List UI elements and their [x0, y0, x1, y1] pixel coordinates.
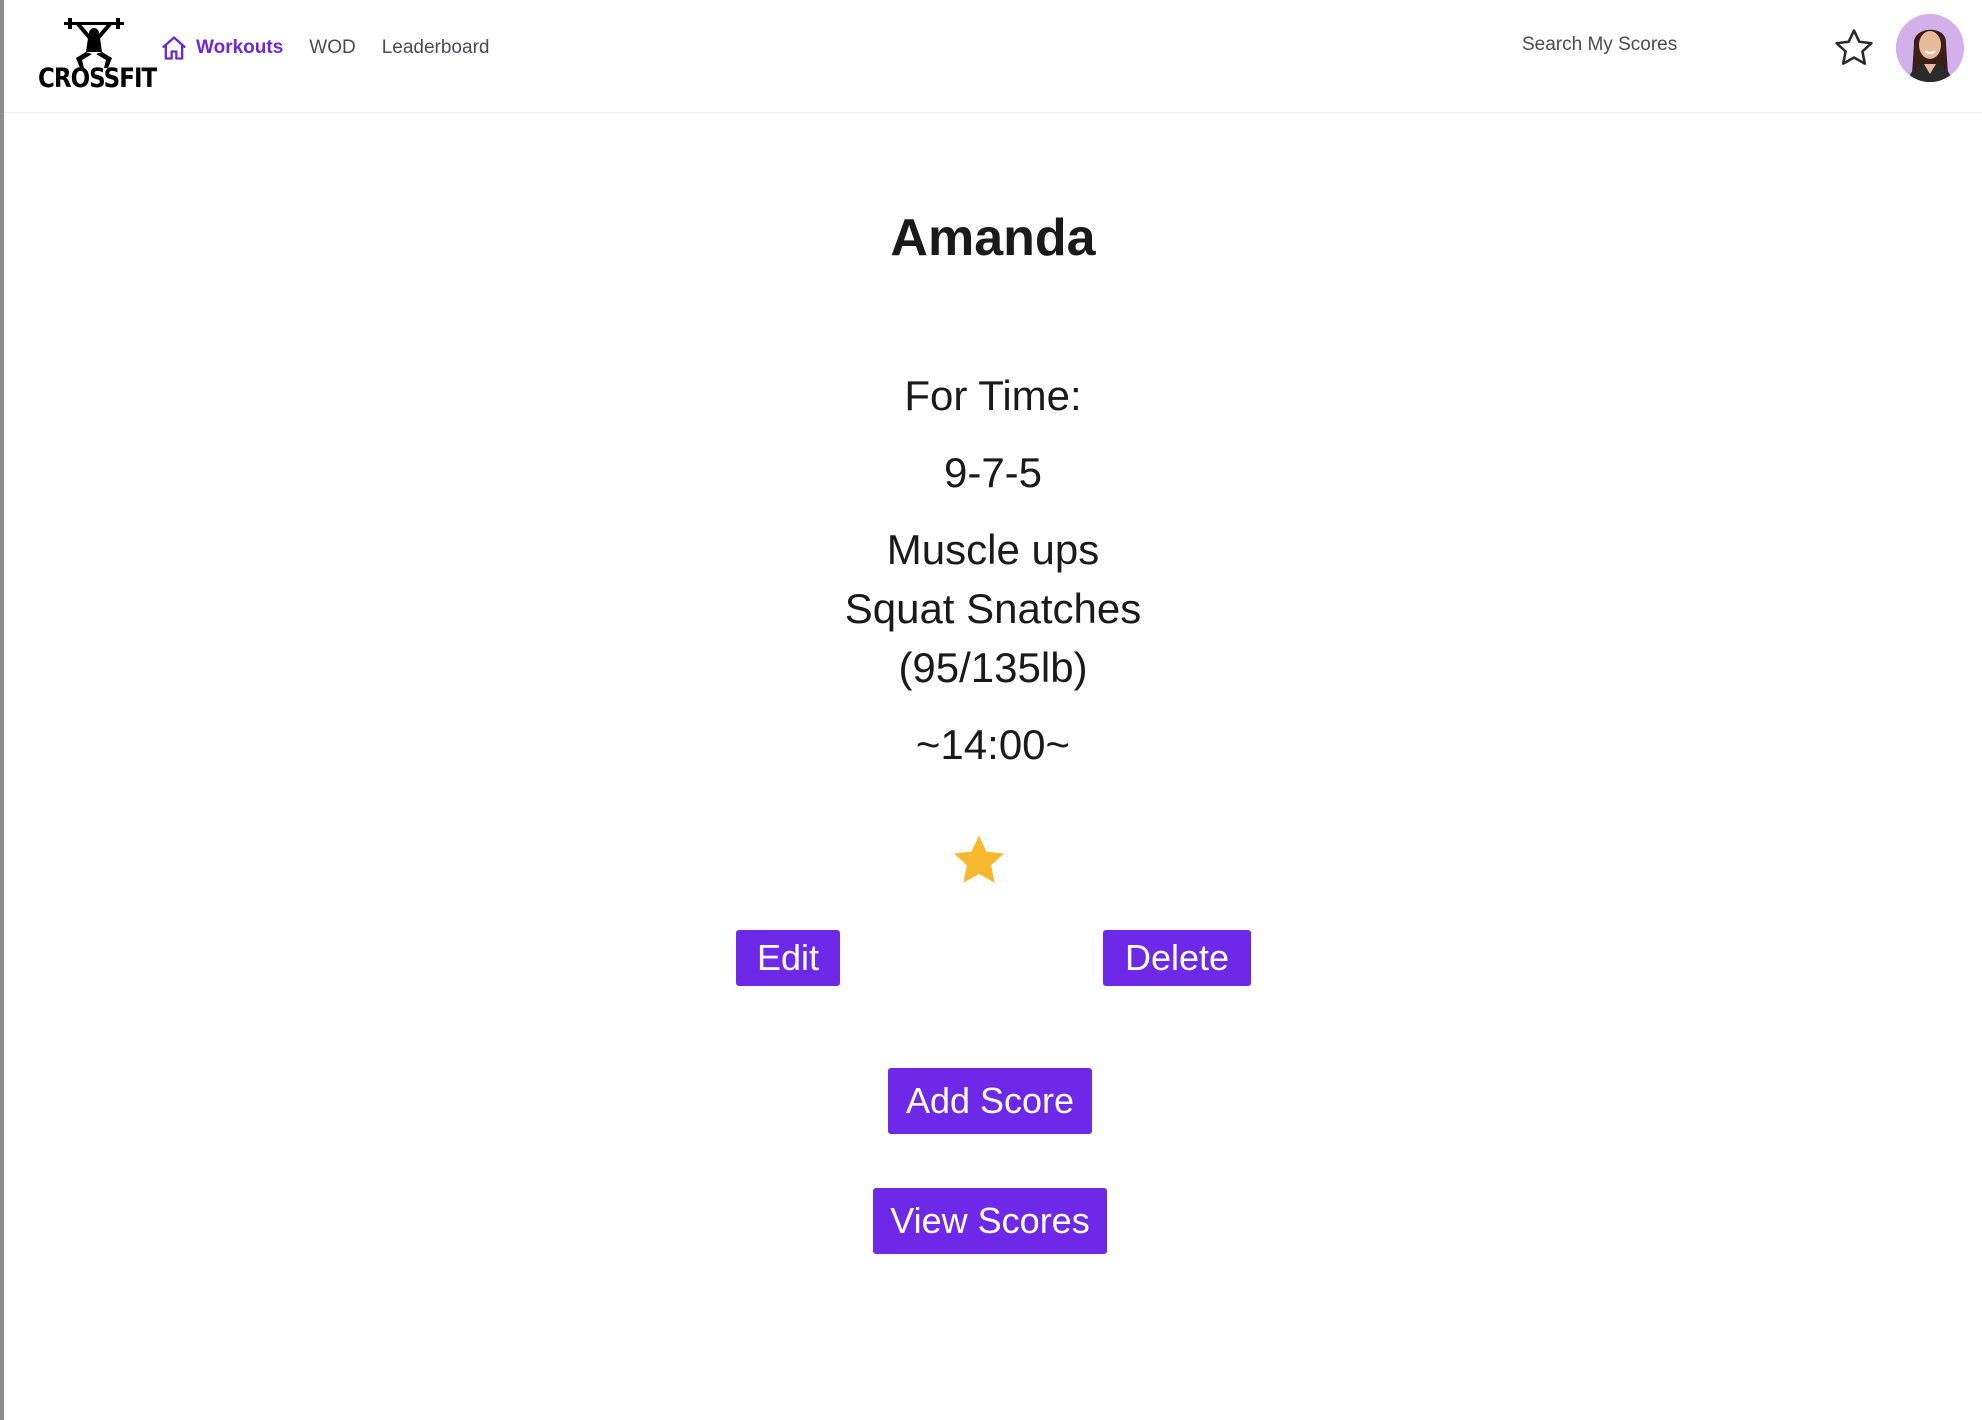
workout-reps: 9-7-5	[943, 449, 1043, 496]
movement-item: Muscle ups	[886, 526, 1100, 573]
nav-item-workouts[interactable]: Workouts	[160, 34, 283, 62]
star-outline-icon[interactable]	[1832, 26, 1876, 70]
user-avatar-icon	[1896, 14, 1964, 82]
home-icon	[162, 36, 186, 60]
nav-item-leaderboard[interactable]: Leaderboard	[382, 37, 490, 59]
favorite-star-icon[interactable]	[950, 832, 1008, 890]
workout-title: Amanda	[890, 209, 1096, 267]
edit-button[interactable]: Edit	[736, 930, 840, 986]
avatar[interactable]	[1896, 14, 1964, 82]
logo-text: CROSSFIT	[38, 64, 157, 94]
workout-movements: Muscle ups Squat Snatches (95/135lb)	[4, 520, 1982, 697]
workout-time: ~14:00~	[915, 721, 1071, 768]
movement-item: Squat Snatches	[844, 585, 1142, 632]
search-input[interactable]	[1522, 34, 1742, 56]
main-nav: Workouts WOD Leaderboard	[160, 30, 515, 66]
delete-button[interactable]: Delete	[1103, 930, 1251, 986]
top-navbar: CROSSFIT Workouts WOD Leaderboard	[4, 0, 1982, 113]
nav-item-label: Workouts	[196, 37, 284, 58]
nav-item-label: Leaderboard	[381, 37, 490, 58]
movement-item: (95/135lb)	[898, 644, 1088, 691]
add-score-button[interactable]: Add Score	[888, 1068, 1092, 1134]
nav-item-label: WOD	[309, 37, 356, 58]
nav-item-wod[interactable]: WOD	[309, 37, 355, 59]
view-scores-button[interactable]: View Scores	[873, 1188, 1107, 1254]
workout-format: For Time:	[904, 372, 1082, 419]
crossfit-logo[interactable]: CROSSFIT	[38, 18, 157, 98]
weightlifter-icon	[64, 18, 124, 68]
workout-description: For Time: 9-7-5 Muscle ups Squat Snatche…	[4, 366, 1982, 792]
